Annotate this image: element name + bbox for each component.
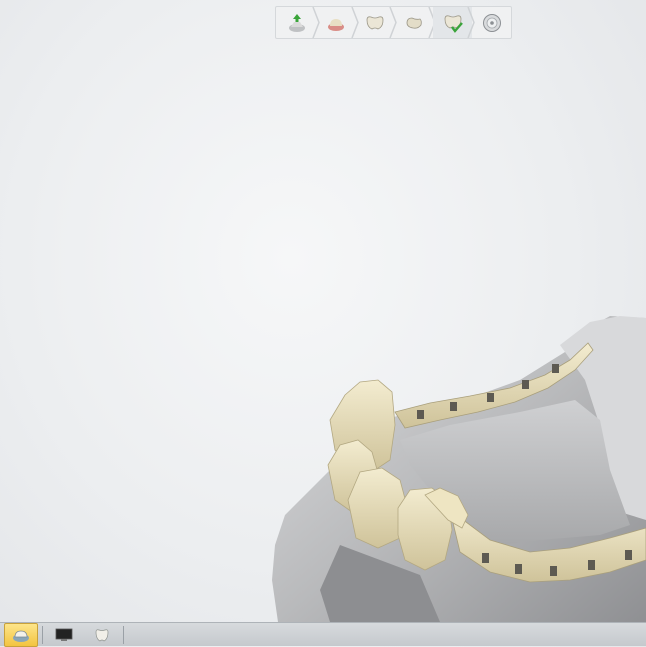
workflow-step-crown[interactable]	[356, 7, 398, 38]
workflow-step-check[interactable]	[433, 7, 475, 38]
3d-viewport[interactable]	[0, 0, 646, 622]
dental-scene[interactable]	[0, 0, 646, 622]
workflow-step-adapt[interactable]	[394, 7, 437, 38]
screenshot-monitor-icon	[55, 628, 73, 641]
toolbar-divider	[123, 625, 124, 644]
dental-model-view-icon	[13, 630, 29, 642]
toolbar-divider	[42, 625, 43, 644]
model-import-icon	[289, 13, 306, 32]
tooth-adapt-icon	[406, 17, 422, 29]
crown-view-button[interactable]	[85, 623, 119, 647]
gingiva-model-icon	[328, 18, 345, 31]
dental-model-view-button[interactable]	[4, 622, 38, 647]
workflow-step-export[interactable]	[472, 7, 511, 38]
crown-view-icon	[95, 628, 109, 641]
workflow-toolbar	[275, 6, 512, 39]
screenshot-button[interactable]	[47, 623, 81, 647]
crown-tooth-icon	[366, 15, 384, 29]
workflow-step-gingiva[interactable]	[317, 7, 359, 38]
tooth-check-icon	[444, 14, 463, 33]
export-disc-icon	[482, 13, 501, 32]
workflow-step-model-import[interactable]	[278, 7, 320, 38]
bottom-toolbar	[0, 622, 646, 647]
